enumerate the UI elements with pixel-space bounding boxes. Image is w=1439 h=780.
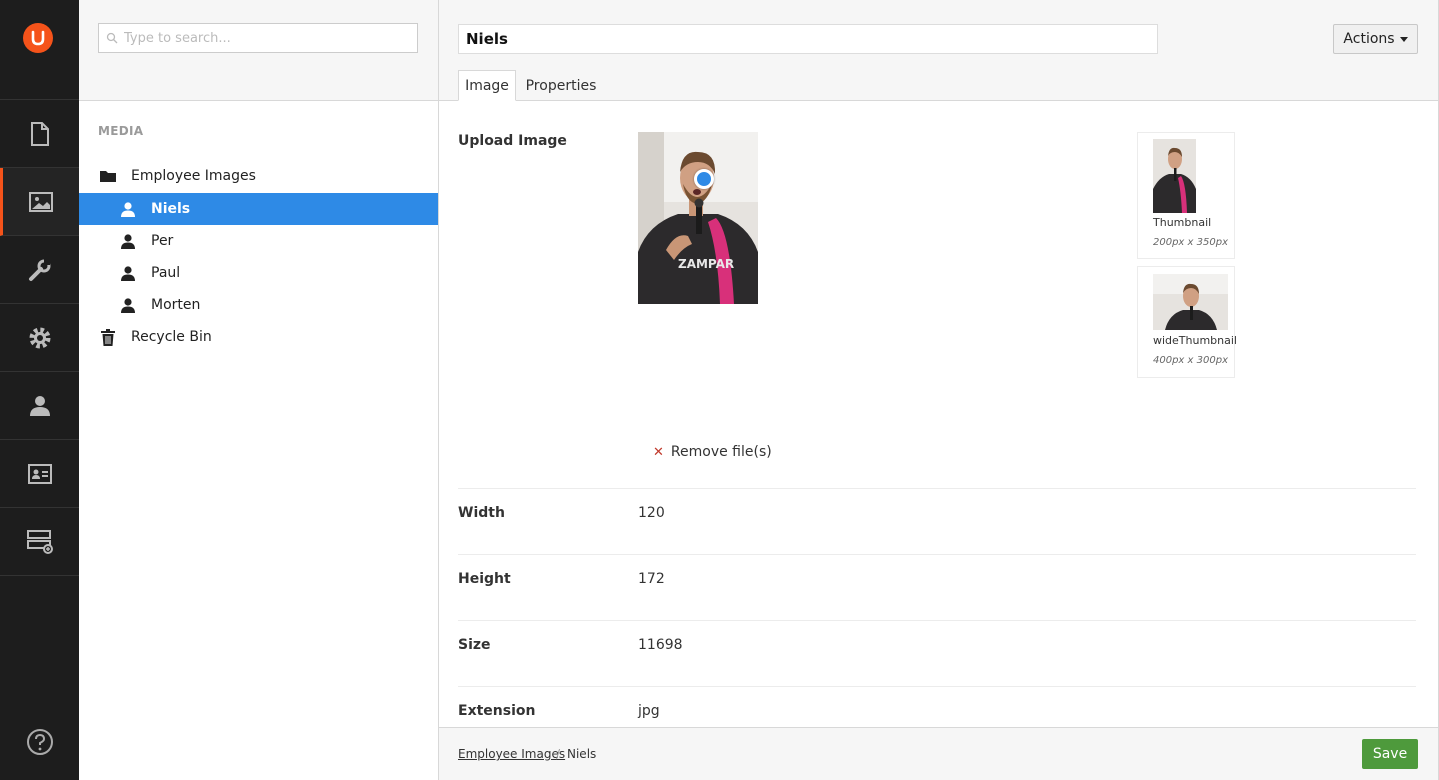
users-icon [29,395,50,416]
tree-item-employee-images[interactable]: Employee Images [79,160,438,192]
crop-label: Thumbnail [1153,216,1212,229]
editor-footer: Employee Images / Niels Save [439,727,1438,780]
tab-image[interactable]: Image [458,70,516,101]
section-users[interactable] [0,372,79,440]
tree-item-paul[interactable]: Paul [79,257,438,289]
section-developer[interactable] [0,304,79,372]
trash-icon [98,328,118,346]
section-media[interactable] [0,168,79,236]
tree-item-morten[interactable]: Morten [79,289,438,321]
divider [458,620,1416,621]
uploaded-image[interactable]: ZAMPAR [638,132,758,304]
section-title: MEDIA [98,124,144,138]
height-value: 172 [638,571,665,587]
help-button[interactable] [0,724,79,760]
width-label: Width [458,505,505,521]
tree-item-label: Employee Images [131,168,256,184]
height-label: Height [458,571,511,587]
editor-panel: Actions Image Properties Upload Image ZA… [439,0,1439,780]
settings-wrench-icon [28,258,50,281]
crop-dimensions: 200px x 350px [1153,237,1228,248]
tree-item-label: Per [151,233,174,249]
search-box[interactable] [98,23,418,53]
crop-thumbnail[interactable]: Thumbnail 200px x 350px [1137,132,1235,259]
media-icon [29,191,53,212]
remove-file-label: Remove file(s) [670,444,772,460]
help-icon [26,729,53,755]
user-icon [118,264,138,282]
tab-properties[interactable]: Properties [521,70,601,101]
section-settings[interactable] [0,236,79,304]
tree-header [79,0,438,101]
tree-item-recycle-bin[interactable]: Recycle Bin [79,321,438,353]
breadcrumb-current: Niels [567,747,597,761]
section-forms[interactable] [0,508,79,576]
section-content[interactable] [0,100,79,168]
wide-thumbnail-preview-image [1153,274,1228,330]
remove-file-button[interactable]: ✕ Remove file(s) [653,444,772,460]
tree-item-label: Niels [151,201,191,217]
upload-image-label: Upload Image [458,133,567,149]
tree-item-label: Paul [151,265,181,281]
forms-icon [26,529,53,554]
umbraco-logo-icon[interactable] [23,23,53,53]
crop-dimensions: 400px x 300px [1153,355,1228,366]
search-input[interactable] [124,30,404,46]
focal-point-handle[interactable] [694,169,714,189]
tree-item-label: Morten [151,297,201,313]
logo-cell [0,0,79,100]
actions-label: Actions [1343,31,1395,47]
svg-text:ZAMPAR: ZAMPAR [678,257,734,271]
editor-header: Actions Image Properties [439,0,1438,101]
remove-x-icon: ✕ [653,444,664,460]
section-rail [0,0,79,780]
size-label: Size [458,637,491,653]
caret-down-icon [1399,36,1408,42]
media-tree-panel: MEDIA Employee Images Niels Per Paul Mor… [79,0,439,780]
breadcrumb-separator: / [556,747,561,761]
user-icon [118,200,138,218]
tree-item-label: Recycle Bin [131,329,212,345]
thumbnail-preview-image [1153,139,1196,213]
divider [458,554,1416,555]
members-icon [27,463,52,484]
actions-button[interactable]: Actions [1333,24,1418,54]
extension-value: jpg [638,703,660,719]
section-members[interactable] [0,440,79,508]
search-icon [106,32,118,44]
save-button[interactable]: Save [1362,739,1418,769]
extension-label: Extension [458,703,536,719]
tree-item-per[interactable]: Per [79,225,438,257]
tree-item-niels[interactable]: Niels [79,193,438,225]
user-icon [118,296,138,314]
name-input[interactable] [458,24,1158,54]
divider [458,686,1416,687]
developer-gear-icon [29,327,50,348]
breadcrumb-parent-link[interactable]: Employee Images [458,747,565,761]
crop-wide-thumbnail[interactable]: wideThumbnail 400px x 300px [1137,266,1237,378]
user-icon [118,232,138,250]
crop-label: wideThumbnail [1153,334,1237,347]
width-value: 120 [638,505,665,521]
folder-icon [98,167,118,185]
size-value: 11698 [638,637,683,653]
divider [458,488,1416,489]
content-icon [30,121,49,146]
